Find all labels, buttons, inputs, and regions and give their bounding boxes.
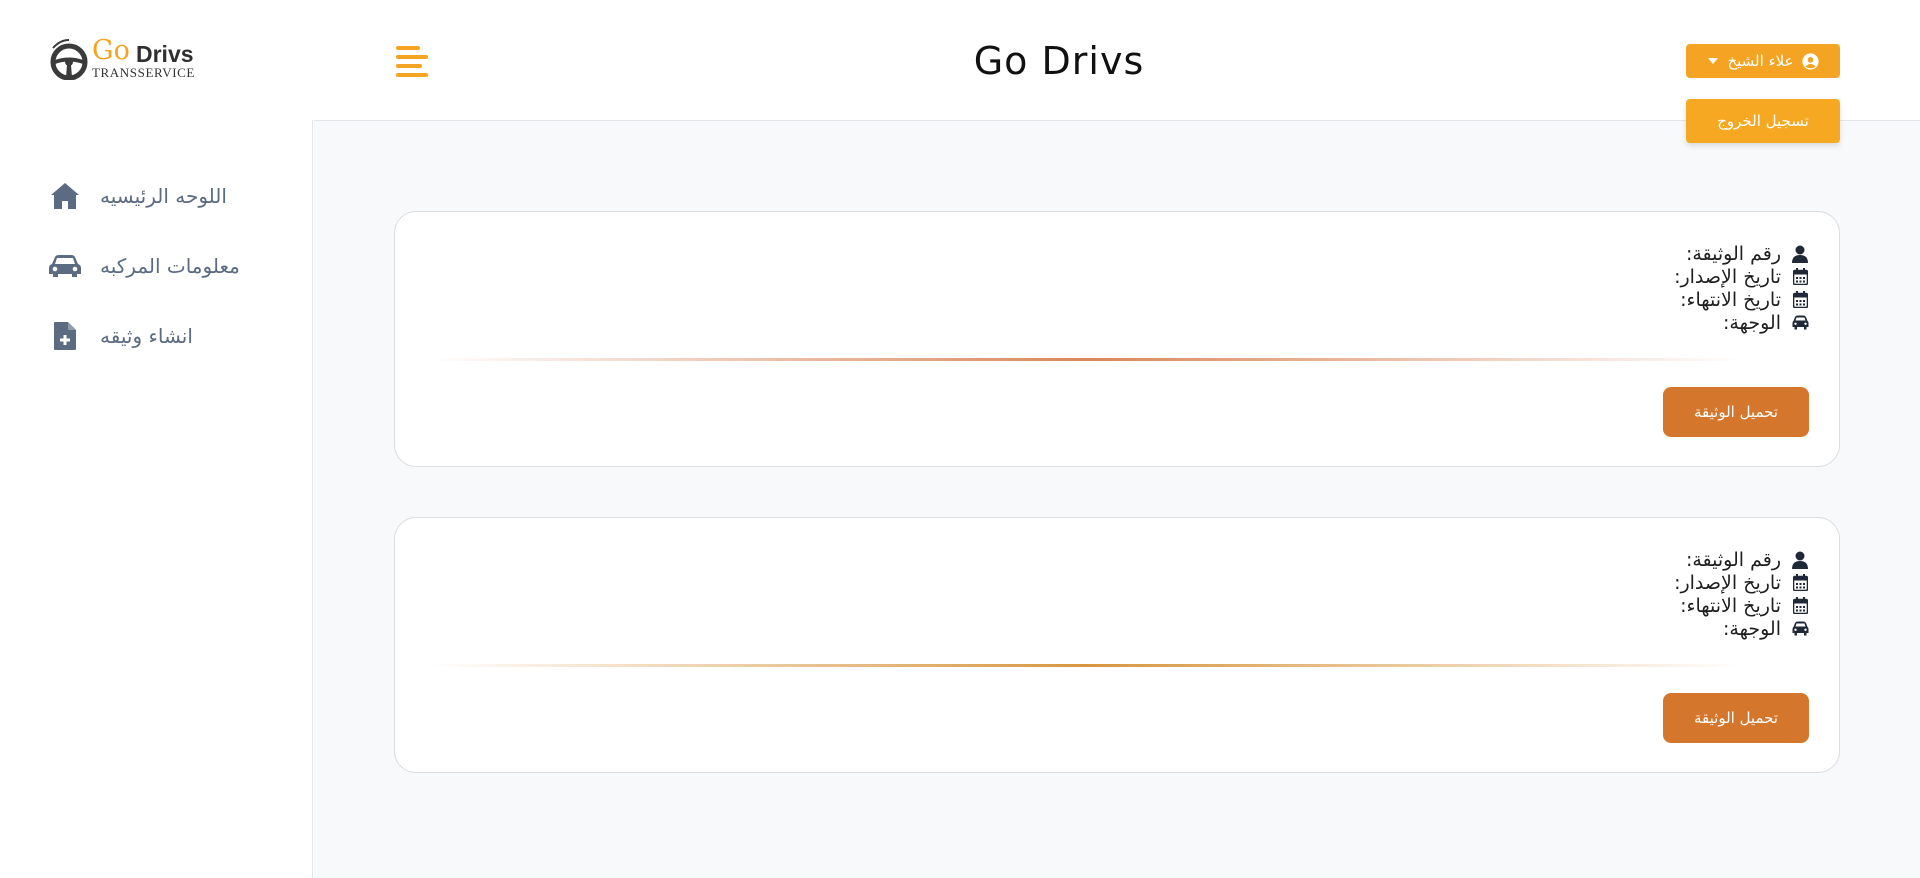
field-label: الوجهة: bbox=[1723, 311, 1781, 334]
sidebar-item-label: انشاء وثيقه bbox=[100, 324, 193, 348]
file-plus-icon bbox=[48, 319, 82, 353]
user-icon bbox=[1791, 551, 1809, 569]
page-title: Go Drivs bbox=[973, 39, 1145, 83]
user-icon bbox=[1791, 245, 1809, 263]
field-label: تاريخ الانتهاء: bbox=[1680, 594, 1781, 617]
document-number-field: رقم الوثيقة: bbox=[1674, 242, 1809, 265]
top-header: Go Drivs TRANSSERVICE Go Drivs علاء الشي… bbox=[0, 0, 1920, 120]
destination-field: الوجهة: bbox=[1674, 617, 1809, 640]
user-menu-button[interactable]: علاء الشيخ bbox=[1686, 44, 1840, 78]
document-fields: رقم الوثيقة: تاريخ الإصدار: تاريخ الانته… bbox=[1674, 548, 1809, 640]
sidebar-item-label: اللوحه الرئيسيه bbox=[100, 184, 227, 208]
calendar-icon bbox=[1791, 291, 1809, 309]
car-icon bbox=[1791, 314, 1809, 332]
caret-down-icon bbox=[1708, 58, 1719, 64]
logout-button[interactable]: تسجيل الخروج bbox=[1686, 99, 1840, 143]
field-label: رقم الوثيقة: bbox=[1685, 548, 1781, 571]
calendar-icon bbox=[1791, 597, 1809, 615]
field-label: الوجهة: bbox=[1723, 617, 1781, 640]
field-label: تاريخ الإصدار: bbox=[1674, 571, 1781, 594]
field-label: تاريخ الإصدار: bbox=[1674, 265, 1781, 288]
expiry-date-field: تاريخ الانتهاء: bbox=[1674, 288, 1809, 311]
home-icon bbox=[48, 179, 82, 213]
sidebar-item-dashboard[interactable]: اللوحه الرئيسيه bbox=[48, 176, 227, 216]
download-document-button[interactable]: تحميل الوثيقة bbox=[1663, 693, 1809, 743]
user-circle-icon bbox=[1801, 52, 1819, 70]
sidebar-item-label: معلومات المركبه bbox=[100, 254, 240, 278]
card-divider bbox=[431, 664, 1743, 667]
car-icon bbox=[48, 249, 82, 283]
sidebar: اللوحه الرئيسيه معلومات المركبه انشاء وث… bbox=[0, 120, 313, 878]
calendar-icon bbox=[1791, 268, 1809, 286]
destination-field: الوجهة: bbox=[1674, 311, 1809, 334]
field-label: تاريخ الانتهاء: bbox=[1680, 288, 1781, 311]
issue-date-field: تاريخ الإصدار: bbox=[1674, 571, 1809, 594]
document-number-field: رقم الوثيقة: bbox=[1674, 548, 1809, 571]
sidebar-item-create-document[interactable]: انشاء وثيقه bbox=[48, 316, 193, 356]
user-name: علاء الشيخ bbox=[1727, 52, 1794, 70]
document-card: رقم الوثيقة: تاريخ الإصدار: تاريخ الانته… bbox=[394, 517, 1840, 773]
main-content: رقم الوثيقة: تاريخ الإصدار: تاريخ الانته… bbox=[314, 120, 1920, 878]
field-label: رقم الوثيقة: bbox=[1685, 242, 1781, 265]
calendar-icon bbox=[1791, 574, 1809, 592]
issue-date-field: تاريخ الإصدار: bbox=[1674, 265, 1809, 288]
download-document-button[interactable]: تحميل الوثيقة bbox=[1663, 387, 1809, 437]
card-divider bbox=[431, 358, 1743, 361]
document-fields: رقم الوثيقة: تاريخ الإصدار: تاريخ الانته… bbox=[1674, 242, 1809, 334]
document-card: رقم الوثيقة: تاريخ الإصدار: تاريخ الانته… bbox=[394, 211, 1840, 467]
car-icon bbox=[1791, 620, 1809, 638]
sidebar-item-vehicle-info[interactable]: معلومات المركبه bbox=[48, 246, 240, 286]
expiry-date-field: تاريخ الانتهاء: bbox=[1674, 594, 1809, 617]
